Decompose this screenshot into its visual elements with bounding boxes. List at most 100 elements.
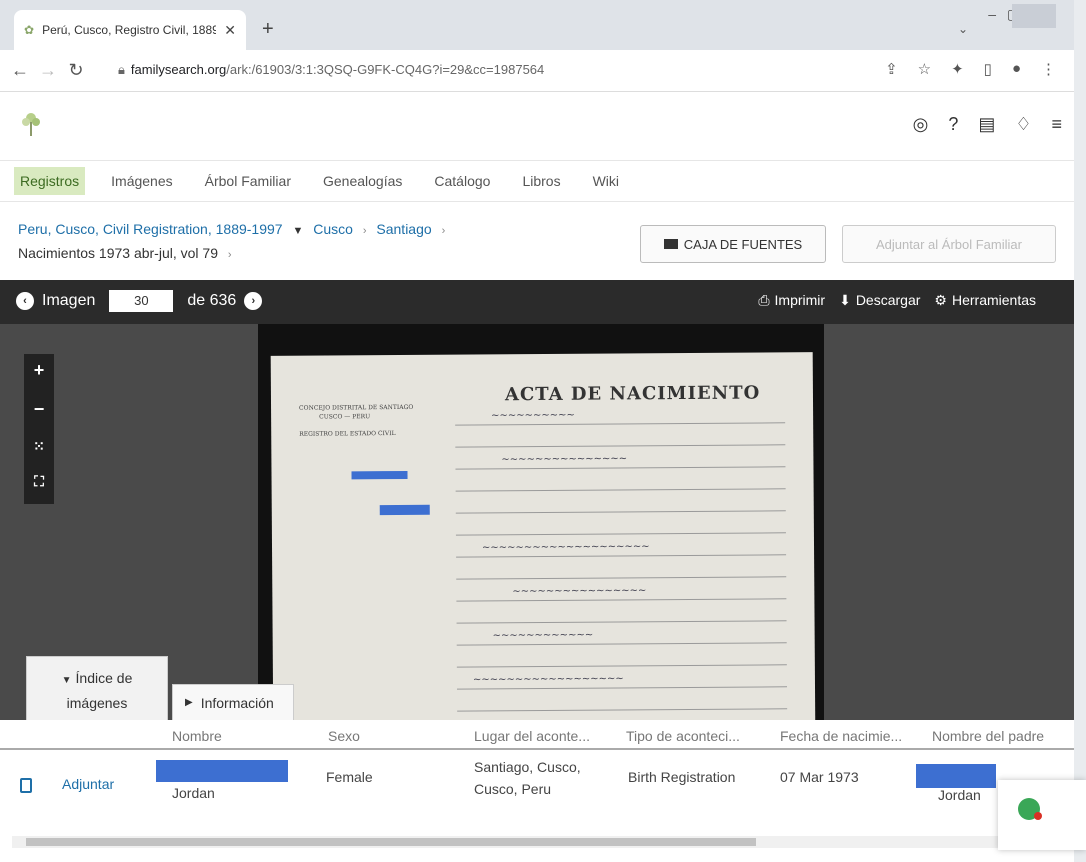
familysearch-tree-logo-icon[interactable]: [20, 110, 42, 138]
profile-icon[interactable]: ●: [1012, 60, 1021, 78]
scrollbar-thumb[interactable]: [26, 838, 756, 846]
close-tab-icon[interactable]: ✕: [224, 22, 236, 39]
sex-cell: Female: [326, 769, 373, 785]
back-icon[interactable]: ←: [6, 60, 34, 81]
column-fecha[interactable]: Fecha de nacimie...: [780, 728, 902, 744]
nav-arbol-familiar[interactable]: Árbol Familiar: [199, 167, 297, 195]
url-field[interactable]: 🔒︎ familysearch.org/ark:/61903/3:1:3QSQ-G…: [118, 62, 544, 78]
browser-tab-bar: ✿ Perú, Cusco, Registro Civil, 1889- ✕ +…: [0, 0, 1086, 50]
previous-image-icon[interactable]: ‹: [16, 292, 34, 310]
nav-libros[interactable]: Libros: [516, 167, 566, 195]
chevron-down-icon[interactable]: ⌄: [958, 22, 968, 36]
column-padre[interactable]: Nombre del padre: [932, 728, 1044, 744]
indice-de-imagenes-tab[interactable]: ▼ Índice de imágenes: [26, 656, 168, 720]
column-nombre[interactable]: Nombre: [172, 728, 222, 744]
minimize-icon[interactable]: –: [988, 6, 996, 22]
alert-dot-icon: [1034, 812, 1042, 820]
extensions-icon[interactable]: ✦: [951, 60, 964, 78]
window-close-button[interactable]: [1012, 4, 1056, 28]
chevron-right-icon: ›: [362, 225, 367, 237]
tools-button[interactable]: ⚙ Herramientas: [934, 292, 1036, 309]
lock-icon: 🔒︎: [118, 62, 125, 77]
horizontal-scrollbar[interactable]: [12, 836, 1072, 848]
caja-de-fuentes-button[interactable]: CAJA DE FUENTES: [640, 225, 826, 263]
column-sexo[interactable]: Sexo: [328, 728, 360, 744]
reload-icon[interactable]: ↻: [62, 60, 90, 81]
window-edge: [1074, 0, 1086, 862]
birth-date-cell: 07 Mar 1973: [780, 769, 859, 785]
nav-catalogo[interactable]: Catálogo: [428, 167, 496, 195]
name-cell[interactable]: Jordan: [172, 782, 215, 804]
tools-label: Herramientas: [951, 292, 1036, 308]
form-line: [455, 510, 786, 514]
informacion-tab[interactable]: ▶ Información: [172, 684, 294, 720]
column-lugar[interactable]: Lugar del aconte...: [474, 728, 590, 744]
zoom-out-icon[interactable]: −: [34, 399, 45, 420]
caret-right-icon: ▶: [185, 697, 193, 708]
print-label: Imprimir: [774, 292, 826, 308]
form-line: [457, 686, 788, 690]
handwriting: ~~~~~~~~~~: [491, 409, 575, 422]
grid-view-icon[interactable]: ⁙: [33, 438, 45, 455]
form-line: [455, 488, 786, 492]
table-row[interactable]: Adjuntar Jordan Female Santiago, Cusco, …: [0, 752, 1074, 814]
breadcrumb-volume[interactable]: Nacimientos 1973 abr-jul, vol 79: [18, 245, 218, 261]
form-line: [456, 620, 787, 624]
doc-org: CONCEJO DISTRITAL DE SANTIAGO: [299, 403, 414, 412]
form-line: [455, 532, 786, 536]
doc-country: CUSCO — PERU: [319, 413, 371, 421]
results-table-header: Nombre Sexo Lugar del aconte... Tipo de …: [0, 720, 1074, 750]
share-icon[interactable]: ⇪: [885, 60, 898, 78]
menu-hamburger-icon[interactable]: ≡: [1051, 114, 1062, 135]
birth-record-image: ACTA DE NACIMIENTO CONCEJO DISTRITAL DE …: [270, 352, 816, 720]
document-header-text: CONCEJO DISTRITAL DE SANTIAGO CUSCO — PE…: [299, 403, 413, 439]
globe-icon[interactable]: ◎: [913, 114, 929, 135]
form-line: [456, 576, 787, 580]
breadcrumb-cusco[interactable]: Cusco: [313, 221, 353, 237]
printer-icon: ⎙: [758, 292, 770, 308]
address-bar: ← → ↻ 🔒︎ familysearch.org/ark:/61903/3:1:…: [0, 50, 1086, 92]
page-total-label: de 636: [187, 292, 237, 309]
chevron-right-icon: ›: [227, 249, 232, 261]
breadcrumb-collection[interactable]: Peru, Cusco, Civil Registration, 1889-19…: [18, 221, 283, 237]
help-icon[interactable]: ?: [948, 114, 958, 135]
adjuntar-link[interactable]: Adjuntar: [62, 776, 114, 792]
imagen-label: Imagen: [42, 292, 96, 309]
nav-wiki[interactable]: Wiki: [587, 167, 625, 195]
zoom-controls: + − ⁙ ⛶: [24, 354, 54, 504]
download-button[interactable]: ⬇ Descargar: [839, 292, 920, 309]
new-tab-icon[interactable]: +: [262, 18, 274, 41]
handwriting: ~~~~~~~~~~~~~~~~~~~~: [481, 541, 650, 554]
page-number-input[interactable]: 30: [109, 290, 174, 312]
form-line: [457, 708, 788, 712]
download-label: Descargar: [855, 292, 921, 308]
breadcrumb-santiago[interactable]: Santiago: [376, 221, 431, 237]
zoom-in-icon[interactable]: +: [34, 360, 45, 381]
redaction-bar: [351, 470, 408, 480]
forward-icon[interactable]: →: [34, 60, 62, 81]
nav-imagenes[interactable]: Imágenes: [105, 167, 178, 195]
security-popup[interactable]: [998, 780, 1086, 850]
viewer-tools: ⎙ Imprimir ⬇ Descargar ⚙ Herramientas: [758, 292, 1036, 309]
fullscreen-icon[interactable]: ⛶: [34, 473, 44, 490]
nav-genealogias[interactable]: Genealogías: [317, 167, 408, 195]
adjuntar-al-arbol-button[interactable]: Adjuntar al Árbol Familiar: [842, 225, 1056, 263]
main-nav: Registros Imágenes Árbol Familiar Geneal…: [0, 160, 1074, 202]
tab-title: Perú, Cusco, Registro Civil, 1889-: [42, 23, 217, 37]
chevron-right-icon: ›: [441, 225, 446, 237]
notifications-bell-icon[interactable]: ♢: [1015, 114, 1031, 135]
messages-icon[interactable]: ▤: [978, 114, 995, 135]
next-image-icon[interactable]: ›: [244, 292, 263, 310]
bookmark-star-icon[interactable]: ☆: [918, 60, 931, 78]
document-icon[interactable]: [20, 778, 32, 793]
form-line: [456, 664, 787, 668]
caret-down-icon[interactable]: ▼: [292, 225, 303, 237]
print-button[interactable]: ⎙ Imprimir: [758, 292, 825, 309]
url-host: familysearch.org: [130, 62, 227, 77]
column-tipo[interactable]: Tipo de aconteci...: [626, 728, 740, 744]
browser-menu-icon[interactable]: ⋮: [1041, 60, 1056, 78]
indice-label-1: Índice de: [75, 670, 133, 686]
sidepanel-icon[interactable]: ▯: [984, 60, 992, 78]
browser-tab[interactable]: ✿ Perú, Cusco, Registro Civil, 1889- ✕: [14, 10, 246, 50]
nav-registros[interactable]: Registros: [14, 167, 86, 195]
